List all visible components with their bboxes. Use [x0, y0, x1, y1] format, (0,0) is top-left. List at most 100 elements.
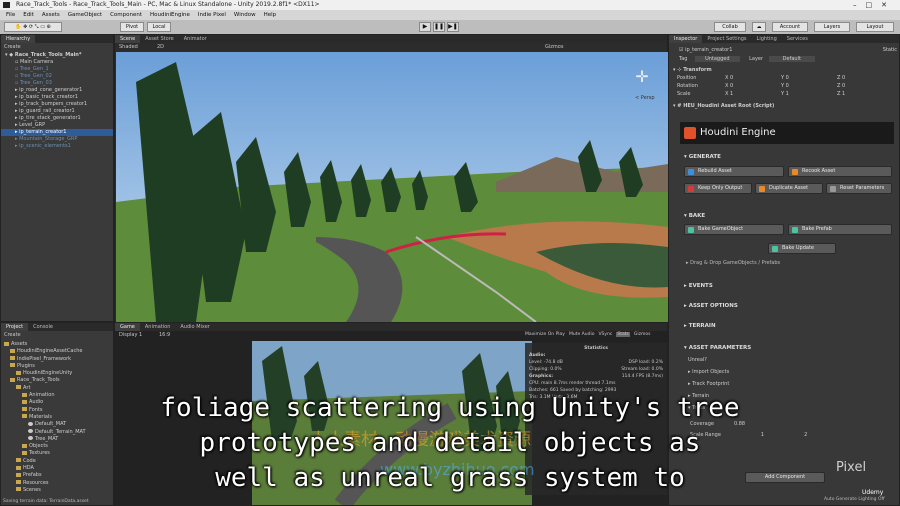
tab-audio-mixer[interactable]: Audio Mixer [175, 323, 214, 331]
menu-file[interactable]: File [6, 10, 15, 20]
events-section-header[interactable]: ▸ EVENTS [684, 283, 713, 289]
project-folder[interactable]: IndiePixel_Framework [1, 356, 113, 363]
asset-options-section-header[interactable]: ▸ ASSET OPTIONS [684, 303, 738, 309]
tab-animator[interactable]: Animator [179, 35, 212, 43]
hierarchy-item[interactable]: ▫ Tree_Gen_1 [1, 66, 113, 73]
gizmos-dropdown[interactable]: Gizmos [545, 44, 563, 50]
position-y-field[interactable]: Y 0 [781, 74, 837, 82]
maximize-on-play-toggle[interactable]: Maximize On Play [525, 332, 565, 337]
rotation-x-field[interactable]: X 0 [725, 82, 781, 90]
bake-prefab-button[interactable]: Bake Prefab [788, 224, 892, 235]
stats-toggle[interactable]: Stats [616, 332, 630, 337]
project-folder[interactable]: Race_Track_Tools [1, 377, 113, 384]
menu-window[interactable]: Window [234, 10, 256, 20]
project-folder[interactable]: Art [1, 385, 113, 392]
tag-dropdown[interactable]: Untagged [695, 56, 740, 62]
hierarchy-item-selected[interactable]: ▸ ip_terrain_creator1 [1, 129, 113, 136]
menu-assets[interactable]: Assets [42, 10, 60, 20]
hierarchy-scene-root[interactable]: ▾ ◆ Race_Track_Tools_Main* [1, 52, 113, 59]
layer-dropdown[interactable]: Default [768, 56, 815, 62]
aspect-dropdown[interactable]: 16:9 [159, 332, 170, 338]
menu-edit[interactable]: Edit [23, 10, 34, 20]
menu-indie-pixel[interactable]: Indie Pixel [198, 10, 226, 20]
hierarchy-item[interactable]: ▸ ip_track_bumpers_creator1 [1, 101, 113, 108]
position-z-field[interactable]: Z 0 [837, 74, 845, 82]
rebuild-asset-button[interactable]: Rebuild Asset [684, 166, 784, 177]
display-dropdown[interactable]: Display 1 [119, 332, 142, 338]
persp-label[interactable]: < Persp [635, 95, 655, 101]
bake-section-header[interactable]: ▾ BAKE [684, 213, 705, 219]
project-folder[interactable]: HoudiniEngineAssetCache [1, 348, 113, 355]
hierarchy-create-button[interactable]: Create [4, 44, 21, 50]
scale-z-field[interactable]: Z 1 [837, 90, 845, 98]
tab-asset-store[interactable]: Asset Store [140, 35, 178, 43]
position-x-field[interactable]: X 0 [725, 74, 781, 82]
track-footprint-foldout[interactable]: ▸ Track Footprint [688, 378, 888, 390]
import-objects-foldout[interactable]: ▸ Import Objects [688, 366, 888, 378]
game-gizmos-dropdown[interactable]: Gizmos [634, 332, 651, 337]
account-dropdown[interactable]: Account [772, 22, 808, 32]
menu-houdiniengine[interactable]: HoudiniEngine [150, 10, 190, 20]
tab-console[interactable]: Console [28, 323, 58, 331]
project-folder[interactable]: Plugins [1, 363, 113, 370]
hierarchy-item[interactable]: ▸ ip_basic_track_creator1 [1, 94, 113, 101]
terrain-section-header[interactable]: ▸ TERRAIN [684, 323, 716, 329]
tab-hierarchy[interactable]: Hierarchy [1, 35, 36, 43]
menu-gameobject[interactable]: GameObject [68, 10, 102, 20]
keep-only-output-button[interactable]: Keep Only Output [684, 183, 752, 194]
transform-header[interactable]: ▾ ⊹ Transform [673, 66, 712, 74]
static-checkbox[interactable]: Static [883, 46, 897, 54]
menu-help[interactable]: Help [264, 10, 277, 20]
tab-project-settings[interactable]: Project Settings [702, 35, 751, 43]
pause-button[interactable]: ❚❚ [433, 22, 445, 32]
script-header[interactable]: ▾ # HEU_Houdini Asset Root (Script) [673, 102, 774, 110]
menu-component[interactable]: Component [110, 10, 142, 20]
layout-dropdown[interactable]: Layout [856, 22, 894, 32]
hierarchy-item[interactable]: ▸ ip_tire_stack_generator1 [1, 115, 113, 122]
cloud-icon[interactable]: ☁ [752, 22, 766, 32]
bake-gameobject-button[interactable]: Bake GameObject [684, 224, 784, 235]
hierarchy-item[interactable]: ▸ ip_scenic_elements1 [1, 143, 113, 150]
shading-mode-dropdown[interactable]: Shaded [119, 44, 138, 50]
duplicate-asset-button[interactable]: Duplicate Asset [755, 183, 823, 194]
generate-section-header[interactable]: ▾ GENERATE [684, 154, 721, 160]
hierarchy-item[interactable]: ▫ Main Camera [1, 59, 113, 66]
local-toggle[interactable]: Local [147, 22, 171, 32]
tab-game[interactable]: Game [115, 323, 140, 331]
play-button[interactable]: ▶ [419, 22, 431, 32]
hierarchy-item[interactable]: ▸ ip_road_cone_generator1 [1, 87, 113, 94]
hierarchy-item[interactable]: ▸ Mountain_Storage_GRP [1, 136, 113, 143]
transform-tools[interactable]: ✋ ✥ ⟳ ⤡ ▭ ⊕ [4, 22, 62, 32]
tab-animation[interactable]: Animation [140, 323, 176, 331]
rotation-z-field[interactable]: Z 0 [837, 82, 845, 90]
scale-y-field[interactable]: Y 1 [781, 90, 837, 98]
layers-dropdown[interactable]: Layers [814, 22, 850, 32]
scene-viewport[interactable] [116, 52, 668, 322]
orientation-gizmo-icon[interactable]: ✛ [629, 67, 655, 93]
object-name-field[interactable]: ip_terrain_creator1 [685, 47, 732, 53]
tab-project[interactable]: Project [1, 323, 29, 331]
bake-update-button[interactable]: Bake Update [768, 243, 836, 254]
drag-drop-foldout[interactable]: ▸ Drag & Drop GameObjects / Prefabs [686, 260, 780, 266]
2d-toggle[interactable]: 2D [157, 44, 164, 50]
project-folder[interactable]: HoudiniEngineUnity [1, 370, 113, 377]
recook-asset-button[interactable]: Recook Asset [788, 166, 892, 177]
tab-inspector[interactable]: Inspector [669, 35, 703, 43]
hierarchy-item[interactable]: ▫ Tree_Gen_02 [1, 73, 113, 80]
hierarchy-item[interactable]: ▸ ip_guard_rail_creator1 [1, 108, 113, 115]
reset-parameters-button[interactable]: Reset Parameters [826, 183, 892, 194]
window-controls[interactable]: –□✕ [853, 0, 896, 10]
tab-lighting[interactable]: Lighting [752, 35, 782, 43]
rotation-y-field[interactable]: Y 0 [781, 82, 837, 90]
tab-scene[interactable]: Scene [115, 35, 141, 43]
vsync-toggle[interactable]: VSync [598, 332, 612, 337]
pivot-toggle[interactable]: Pivot [120, 22, 144, 32]
hierarchy-item[interactable]: ▸ Level_GRP [1, 122, 113, 129]
hierarchy-item[interactable]: ▫ Tree_Gen_03 [1, 80, 113, 87]
mute-audio-toggle[interactable]: Mute Audio [569, 332, 595, 337]
project-create-button[interactable]: Create [4, 332, 21, 338]
tab-services[interactable]: Services [782, 35, 813, 43]
collab-dropdown[interactable]: Collab [714, 22, 746, 32]
project-folder[interactable]: Assets [1, 341, 113, 348]
step-button[interactable]: ▶❚ [447, 22, 459, 32]
